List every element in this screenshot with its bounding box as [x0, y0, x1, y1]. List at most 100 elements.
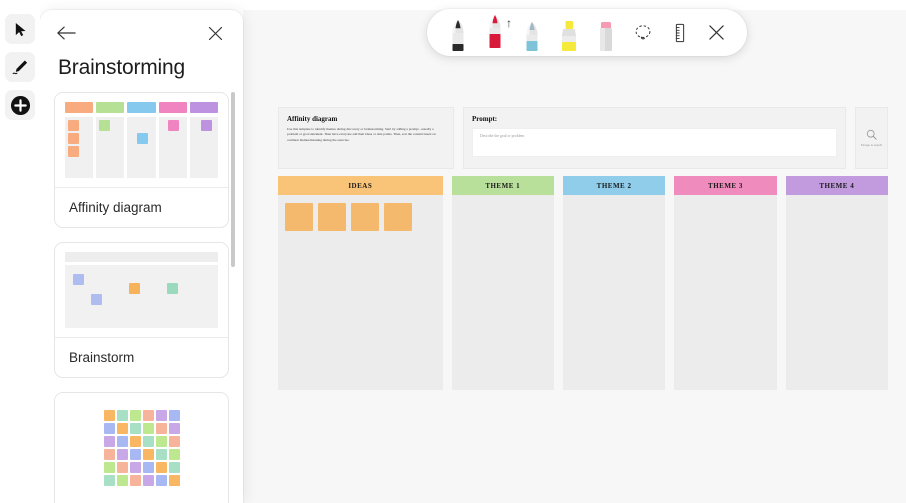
board-column: THEME 4 [785, 176, 888, 390]
mini-note [155, 475, 167, 486]
mini-column [96, 102, 125, 178]
close-toolbar-button[interactable] [698, 9, 735, 56]
mini-note [142, 423, 154, 434]
blue-pen-tool[interactable] [513, 9, 550, 56]
draw-tool-button[interactable] [5, 52, 35, 82]
pen-icon [526, 22, 537, 51]
highlighter-icon [561, 21, 576, 51]
mini-note [155, 462, 167, 473]
sticky-note[interactable] [384, 203, 412, 231]
template-list[interactable]: Affinity diagram Brainstorm [40, 92, 243, 503]
mini-brainstorm-board [65, 252, 218, 328]
mini-note [103, 410, 115, 421]
mini-note [168, 449, 180, 460]
brief-card[interactable]: Affinity diagram Use this template to id… [278, 107, 454, 169]
prompt-title: Prompt: [472, 115, 498, 123]
select-tool-button[interactable] [5, 14, 35, 44]
plus-circle-icon [10, 95, 30, 115]
column-header[interactable]: THEME 3 [674, 176, 777, 195]
arrow-up-icon: ↑ [506, 16, 512, 30]
sticky-note[interactable] [318, 203, 346, 231]
search-button[interactable]: Escape to search [855, 107, 888, 169]
board-column: THEME 3 [674, 176, 777, 390]
brief-title: Affinity diagram [287, 115, 338, 123]
mini-note [103, 449, 115, 460]
mini-note [142, 475, 154, 486]
black-pen-tool[interactable] [439, 9, 476, 56]
mini-note [103, 475, 115, 486]
brief-body: Use this template to identify themes dur… [287, 127, 436, 142]
sidebar-scrollbar-track[interactable] [231, 92, 239, 427]
board-column: THEME 2 [562, 176, 666, 390]
mini-note [168, 462, 180, 473]
column-body[interactable] [785, 195, 888, 390]
back-button[interactable] [54, 21, 78, 45]
mini-note [155, 436, 167, 447]
mini-note [103, 423, 115, 434]
column-header[interactable]: THEME 2 [562, 176, 666, 195]
mini-note [155, 423, 167, 434]
board-canvas[interactable]: Affinity diagram Use this template to id… [243, 10, 906, 503]
mini-note [142, 462, 154, 473]
lasso-select-tool[interactable] [624, 9, 661, 56]
add-tool-button[interactable] [5, 90, 35, 120]
ruler-icon [675, 23, 684, 42]
mini-note [116, 449, 128, 460]
template-thumbnail [55, 243, 228, 337]
prompt-input[interactable]: Describe the goal or problem [472, 128, 837, 157]
mini-note [168, 436, 180, 447]
sidebar-header [40, 10, 243, 56]
sticky-note[interactable] [285, 203, 313, 231]
pen-icon [489, 15, 500, 48]
mini-note [142, 436, 154, 447]
prompt-card[interactable]: Prompt: Describe the goal or problem [463, 107, 846, 169]
sticky-note[interactable] [351, 203, 379, 231]
column-header[interactable]: THEME 4 [785, 176, 888, 195]
template-card-label: Brainstorm [55, 337, 228, 377]
page-title: Brainstorming [58, 56, 185, 79]
ruler-tool[interactable] [661, 9, 698, 56]
pen-icon [12, 60, 27, 74]
cursor-arrow-icon [15, 22, 26, 36]
close-sidebar-button[interactable] [203, 21, 227, 45]
pen-icon [452, 20, 463, 51]
mini-note [168, 410, 180, 421]
sidebar-scrollbar-thumb[interactable] [231, 92, 235, 267]
column-body[interactable] [278, 195, 443, 390]
eraser-tool[interactable] [587, 9, 624, 56]
pen-toolbar: ↑ [427, 9, 747, 56]
mini-note [129, 423, 141, 434]
column-header[interactable]: IDEAS [278, 176, 443, 195]
mini-note [168, 475, 180, 486]
mini-note [116, 410, 128, 421]
close-icon [208, 26, 222, 40]
mini-note [142, 449, 154, 460]
eraser-icon [599, 22, 612, 51]
yellow-highlighter-tool[interactable] [550, 9, 587, 56]
mini-note [103, 462, 115, 473]
board-header-row: Affinity diagram Use this template to id… [278, 107, 888, 169]
template-card-brainstorm[interactable]: Brainstorm [54, 242, 229, 378]
column-header[interactable]: THEME 1 [451, 176, 554, 195]
board-column: IDEAS [278, 176, 443, 390]
template-card-grid[interactable] [54, 392, 229, 503]
search-icon [866, 129, 877, 140]
mini-note [155, 410, 167, 421]
mini-column [127, 102, 156, 178]
column-body[interactable] [674, 195, 777, 390]
templates-sidebar: Brainstorming Affinity diagram Brainstor… [40, 10, 243, 503]
mini-grid-board [65, 402, 218, 494]
mini-note [116, 423, 128, 434]
column-body[interactable] [451, 195, 554, 390]
close-icon [709, 25, 724, 40]
template-card-affinity-diagram[interactable]: Affinity diagram [54, 92, 229, 228]
board-column: THEME 1 [451, 176, 554, 390]
mini-note [116, 436, 128, 447]
red-pen-tool[interactable]: ↑ [476, 9, 513, 56]
mini-note [129, 436, 141, 447]
arrow-left-icon [57, 26, 76, 40]
mini-column [189, 102, 219, 178]
tool-rail [0, 0, 40, 503]
mini-note [103, 436, 115, 447]
column-body[interactable] [562, 195, 666, 390]
